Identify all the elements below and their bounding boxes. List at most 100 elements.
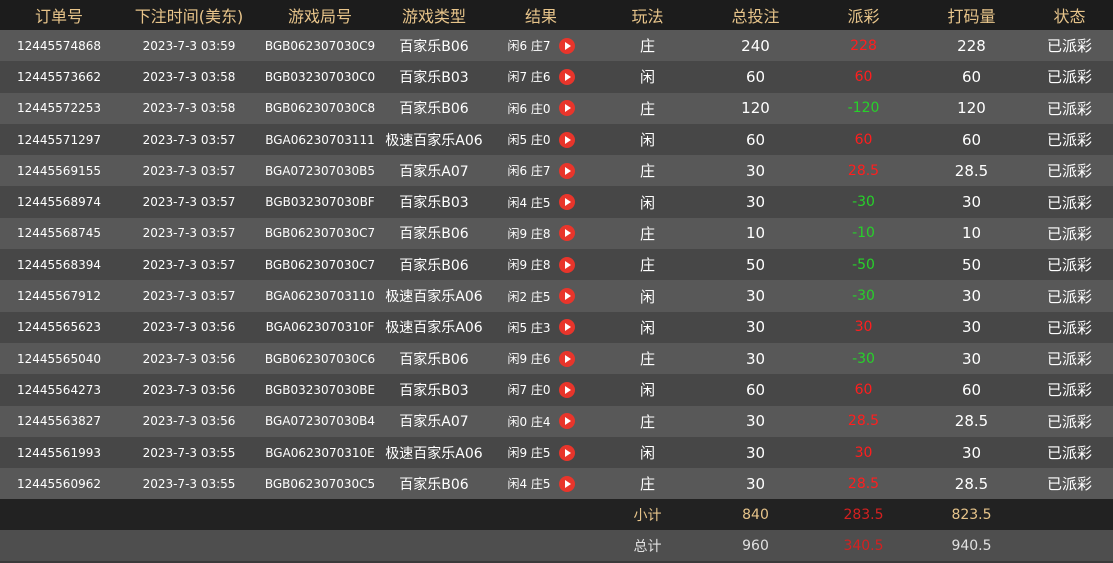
- play-icon[interactable]: [558, 225, 575, 242]
- total-bet-cell: 30: [745, 443, 766, 462]
- payout-cell: 228: [850, 37, 877, 54]
- play-cell: 闲: [639, 444, 655, 462]
- play-icon[interactable]: [558, 100, 575, 117]
- result-wrap: 闲0 庄4: [507, 413, 575, 430]
- total-bet-cell: 30: [745, 161, 766, 180]
- result-cell: 闲5 庄3: [488, 312, 594, 343]
- result-text: 闲0 庄4: [507, 414, 551, 429]
- valid-bet-cell: 120: [957, 99, 986, 118]
- total-bet-cell: 50: [745, 255, 766, 274]
- play-icon[interactable]: [558, 350, 575, 367]
- payout-cell: -10: [852, 225, 875, 242]
- bet-time-cell: 2023-7-3 03:56: [142, 351, 236, 366]
- game-type-cell: 百家乐B06: [399, 226, 469, 243]
- game-type-cell: 百家乐B06: [399, 101, 469, 118]
- result-cell: 闲6 庄7: [488, 30, 594, 61]
- round-id-cell: BGA0623070310E: [265, 445, 375, 460]
- game-type-cell: 极速百家乐A06: [385, 132, 483, 149]
- order-id-cell: 12445565040: [17, 351, 101, 366]
- play-icon[interactable]: [558, 194, 575, 211]
- payout-cell: -30: [852, 194, 875, 211]
- round-id-cell: BGA06230703110: [265, 289, 375, 304]
- result-text: 闲6 庄7: [507, 164, 551, 179]
- play-icon[interactable]: [558, 131, 575, 148]
- result-wrap: 闲6 庄7: [507, 162, 575, 179]
- header-valid-bet: 打码量: [947, 7, 996, 26]
- payout-cell: 60: [854, 68, 873, 85]
- play-icon[interactable]: [558, 68, 575, 85]
- round-id-cell: BGB032307030BE: [264, 382, 376, 397]
- status-cell: 已派彩: [1046, 99, 1092, 118]
- result-text: 闲9 庄8: [507, 258, 551, 273]
- result-wrap: 闲9 庄8: [507, 225, 575, 242]
- total-bet-cell: 60: [745, 130, 766, 149]
- result-cell: 闲5 庄0: [488, 124, 594, 155]
- table-row: 12445567912 2023-7-3 03:57 BGA06230703110 极…: [0, 280, 1113, 312]
- order-id-cell: 12445565623: [17, 320, 101, 335]
- subtotal-label: 小计: [633, 507, 662, 524]
- play-cell: 庄: [639, 99, 655, 118]
- result-text: 闲7 庄0: [507, 383, 551, 398]
- table-row: 12445569155 2023-7-3 03:57 BGA072307030B5 百…: [0, 155, 1113, 187]
- table-header-row: 订单号 下注时间(美东) 游戏局号 游戏类型 结果 玩法 总投注 派彩 打码量 …: [0, 0, 1113, 30]
- payout-cell: 28.5: [847, 162, 880, 179]
- play-cell: 庄: [639, 37, 655, 56]
- payout-cell: 30: [854, 319, 873, 336]
- result-wrap: 闲5 庄3: [507, 319, 575, 336]
- play-icon[interactable]: [558, 381, 575, 398]
- play-icon[interactable]: [558, 288, 575, 305]
- status-cell: 已派彩: [1046, 256, 1092, 275]
- status-cell: 已派彩: [1046, 412, 1092, 431]
- total-bet-cell: 120: [741, 99, 770, 118]
- play-icon[interactable]: [558, 413, 575, 430]
- play-cell: 庄: [639, 162, 655, 181]
- order-id-cell: 12445569155: [17, 163, 101, 178]
- game-type-cell: 百家乐A07: [399, 163, 469, 180]
- play-cell: 闲: [639, 193, 655, 212]
- result-text: 闲7 庄6: [507, 70, 551, 85]
- play-icon[interactable]: [558, 444, 575, 461]
- result-wrap: 闲6 庄0: [507, 100, 575, 117]
- result-text: 闲9 庄5: [507, 446, 551, 460]
- round-id-cell: BGB062307030C6: [264, 351, 376, 366]
- total-row: 总计 960 340.5 940.5: [0, 530, 1113, 562]
- play-icon[interactable]: [558, 37, 575, 54]
- round-id-cell: BGA072307030B4: [264, 414, 376, 429]
- status-cell: 已派彩: [1046, 162, 1092, 181]
- play-icon[interactable]: [558, 475, 575, 492]
- play-cell: 闲: [639, 68, 655, 87]
- payout-cell: 28.5: [847, 413, 880, 430]
- total-bet-cell: 30: [745, 318, 766, 337]
- valid-bet-cell: 30: [961, 349, 982, 368]
- result-cell: 闲9 庄8: [488, 249, 594, 280]
- order-id-cell: 12445573662: [17, 69, 101, 84]
- valid-bet-cell: 30: [961, 193, 982, 212]
- valid-bet-cell: 60: [961, 130, 982, 149]
- subtotal-valid-bet: 823.5: [951, 506, 992, 523]
- order-id-cell: 12445574868: [17, 38, 101, 53]
- status-cell: 已派彩: [1046, 475, 1092, 494]
- order-id-cell: 12445572253: [17, 101, 101, 116]
- play-icon[interactable]: [558, 162, 575, 179]
- result-text: 闲5 庄0: [507, 133, 551, 148]
- total-valid-bet: 940.5: [951, 537, 992, 554]
- play-cell: 庄: [639, 412, 655, 431]
- header-result: 结果: [524, 7, 557, 26]
- valid-bet-cell: 30: [961, 287, 982, 306]
- header-bet-time: 下注时间(美东): [134, 7, 244, 26]
- order-id-cell: 12445571297: [17, 132, 101, 147]
- header-total-bet: 总投注: [731, 7, 780, 26]
- bet-time-cell: 2023-7-3 03:57: [142, 226, 236, 241]
- total-bet-cell: 240: [741, 36, 770, 55]
- result-text: 闲4 庄5: [507, 477, 551, 492]
- total-bet-cell: 10: [745, 224, 766, 243]
- game-type-cell: 极速百家乐A06: [385, 289, 483, 306]
- valid-bet-cell: 60: [961, 380, 982, 399]
- play-icon[interactable]: [558, 256, 575, 273]
- bet-time-cell: 2023-7-3 03:55: [142, 476, 236, 491]
- payout-cell: -50: [852, 256, 875, 273]
- table-row: 12445564273 2023-7-3 03:56 BGB032307030BE 百…: [0, 374, 1113, 406]
- result-text: 闲9 庄8: [507, 226, 551, 241]
- play-icon[interactable]: [558, 319, 575, 336]
- bet-time-cell: 2023-7-3 03:57: [142, 257, 236, 272]
